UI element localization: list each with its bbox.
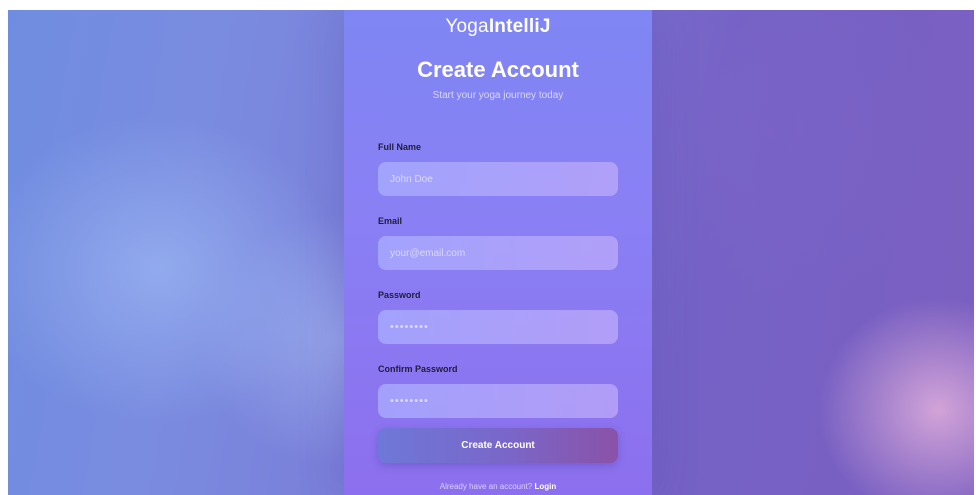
signup-card: YogaIntelliJ Create Account Start your y… — [344, 10, 652, 495]
logo-text-yoga: Yoga — [445, 16, 489, 37]
login-prompt-text: Already have an account? — [439, 482, 533, 491]
confirm-password-input[interactable] — [378, 384, 618, 418]
page-subtitle: Start your yoga journey today — [432, 90, 564, 101]
app-logo: YogaIntelliJ — [344, 16, 652, 38]
page-title: Create Account — [417, 57, 579, 82]
full-name-input[interactable] — [378, 162, 618, 196]
full-name-label: Full Name — [378, 142, 422, 152]
create-account-button[interactable]: Create Account — [378, 428, 618, 463]
email-input[interactable] — [378, 236, 618, 270]
page-background: YogaIntelliJ Create Account Start your y… — [8, 10, 974, 495]
password-label: Password — [378, 290, 421, 300]
email-label: Email — [378, 216, 403, 226]
logo-text-intellij: IntelliJ — [488, 16, 551, 37]
confirm-password-label: Confirm Password — [378, 364, 458, 374]
password-input[interactable] — [378, 310, 618, 344]
login-link[interactable]: Login — [534, 482, 556, 491]
login-prompt: Already have an account? Login — [344, 482, 652, 491]
